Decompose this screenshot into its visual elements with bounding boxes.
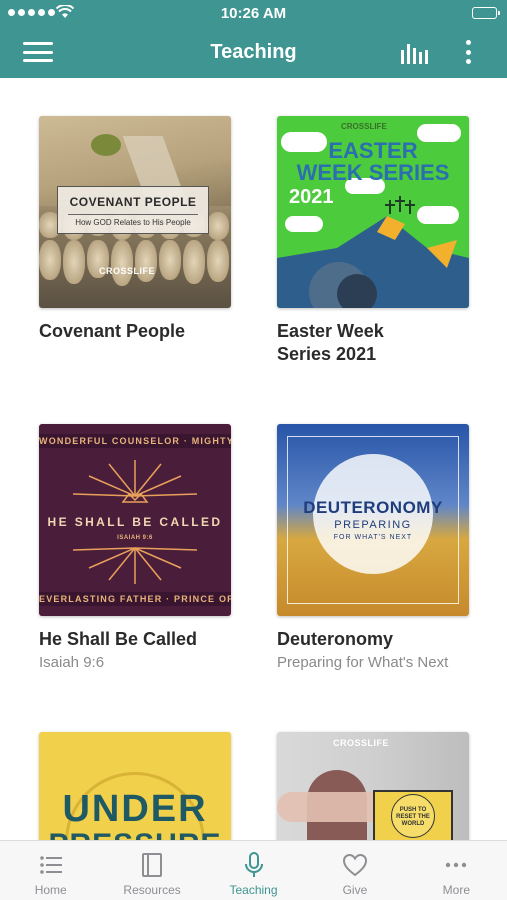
tab-label: Teaching — [229, 883, 278, 897]
tab-resources[interactable]: Resources — [101, 841, 202, 900]
series-title: He Shall Be Called — [39, 629, 198, 649]
tab-give[interactable]: Give — [304, 841, 405, 900]
series-artwork: CROSSLIFE PUSH TO RESET THE WORLD — [277, 732, 469, 840]
status-time: 10:26 AM — [220, 5, 287, 22]
artwork-subtitle: PREPARING — [334, 519, 412, 531]
series-artwork: UNDER PRESSURE — [39, 732, 231, 840]
series-card-easter-week[interactable]: CROSSLIFE EASTER WEEK SERIES 2021 Easter… — [277, 116, 469, 366]
battery-icon — [472, 7, 500, 19]
series-card-push-to-reset[interactable]: CROSSLIFE PUSH TO RESET THE WORLD — [277, 732, 469, 840]
series-title: Easter Week Series 2021 — [277, 321, 384, 364]
tab-label: Give — [342, 883, 368, 897]
artwork-sign-text: PUSH TO RESET THE WORLD — [391, 794, 435, 838]
series-artwork: CROSSLIFE EASTER WEEK SERIES 2021 — [277, 116, 469, 308]
artwork-title: UNDER — [62, 788, 208, 830]
tab-label: More — [442, 883, 470, 897]
artwork-subtitle: PRESSURE — [39, 828, 231, 840]
book-icon — [142, 853, 163, 877]
more-horizontal-icon — [446, 862, 467, 868]
series-artwork: COVENANT PEOPLE How GOD Relates to His P… — [39, 116, 231, 308]
top-bar: 10:26 AM Teaching — [0, 0, 507, 78]
tab-bar: Home Resources Teaching Give More — [0, 840, 507, 900]
series-card-deuteronomy[interactable]: DEUTERONOMY PREPARING FOR WHAT'S NEXT De… — [277, 424, 469, 673]
series-card-he-shall-be-called[interactable]: WONDERFUL COUNSELOR · MIGHTY GOD — [39, 424, 231, 673]
series-card-under-pressure[interactable]: UNDER PRESSURE — [39, 732, 231, 840]
status-bar: 10:26 AM — [0, 0, 507, 28]
series-title: Covenant People — [39, 321, 186, 341]
tab-teaching[interactable]: Teaching — [203, 841, 304, 900]
series-subtitle: Preparing for What's Next — [277, 654, 449, 671]
artwork-brand: CROSSLIFE — [341, 122, 387, 131]
artwork-title: COVENANT PEOPLE — [69, 195, 197, 209]
series-card-covenant-people[interactable]: COVENANT PEOPLE How GOD Relates to His P… — [39, 116, 231, 343]
artwork-tagline: FOR WHAT'S NEXT — [333, 534, 413, 541]
mountain-illustration — [277, 196, 469, 308]
series-title: Deuteronomy — [277, 629, 394, 649]
artwork-plaque: COVENANT PEOPLE How GOD Relates to His P… — [57, 186, 209, 234]
artwork-brand: CROSSLIFE — [99, 266, 156, 276]
tab-home[interactable]: Home — [0, 841, 101, 900]
tab-label: Home — [34, 883, 67, 897]
tab-more[interactable]: More — [406, 841, 507, 900]
artwork-subtitle: How GOD Relates to His People — [68, 214, 198, 227]
list-icon — [39, 856, 62, 874]
series-grid: COVENANT PEOPLE How GOD Relates to His P… — [0, 78, 507, 840]
artwork-line1: EASTER — [328, 138, 418, 163]
artwork-bottom-band: EVERLASTING FATHER · PRINCE OF PEACE — [39, 592, 231, 606]
series-artwork: DEUTERONOMY PREPARING FOR WHAT'S NEXT — [277, 424, 469, 616]
artwork-line2: WEEK SERIES — [296, 160, 450, 185]
artwork-reference: ISAIAH 9:6 — [117, 535, 153, 541]
artwork-title: HE SHALL BE CALLED — [47, 515, 223, 529]
heart-icon — [342, 853, 367, 877]
more-options-button[interactable] — [458, 38, 478, 66]
page-title: Teaching — [210, 41, 297, 63]
tab-label: Resources — [123, 883, 181, 897]
artwork-title: DEUTERONOMY — [303, 498, 443, 517]
audio-bars-icon[interactable] — [398, 40, 430, 66]
series-artwork: WONDERFUL COUNSELOR · MIGHTY GOD — [39, 424, 231, 616]
microphone-icon — [244, 852, 263, 877]
series-subtitle: Isaiah 9:6 — [39, 654, 105, 671]
artwork-brand: CROSSLIFE — [333, 738, 390, 748]
